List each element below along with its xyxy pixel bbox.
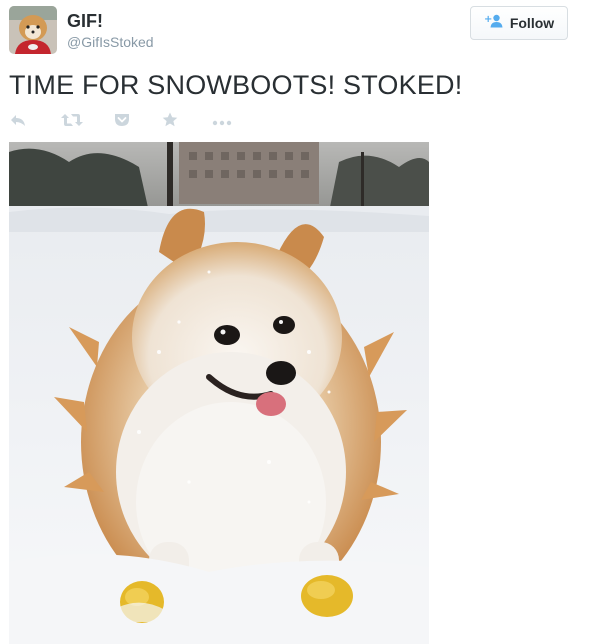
- svg-text:+: +: [484, 14, 492, 25]
- pocket-icon: [114, 113, 130, 132]
- more-dots-icon: [212, 113, 232, 131]
- retweet-icon: [61, 113, 83, 132]
- favorite-button[interactable]: [162, 112, 178, 132]
- avatar[interactable]: [9, 6, 57, 54]
- display-name[interactable]: GIF!: [67, 10, 103, 32]
- follow-label: Follow: [509, 15, 555, 31]
- retweet-button[interactable]: [61, 112, 83, 132]
- tweet-photo[interactable]: [9, 142, 429, 644]
- screen-name[interactable]: @GifIsStoked: [67, 34, 154, 50]
- tweet-text: TIME FOR SNOWBOOTS! STOKED!: [9, 70, 463, 100]
- more-button[interactable]: [212, 112, 232, 132]
- star-icon: [162, 112, 178, 132]
- reply-icon: [9, 113, 27, 132]
- tweet-card: GIF! @GifIsStoked + Follow TIME FOR SNOW…: [0, 0, 593, 644]
- follow-user-plus-icon: +: [484, 14, 504, 33]
- pocket-button[interactable]: [114, 112, 130, 132]
- reply-button[interactable]: [9, 112, 27, 132]
- follow-button[interactable]: + Follow: [470, 6, 568, 40]
